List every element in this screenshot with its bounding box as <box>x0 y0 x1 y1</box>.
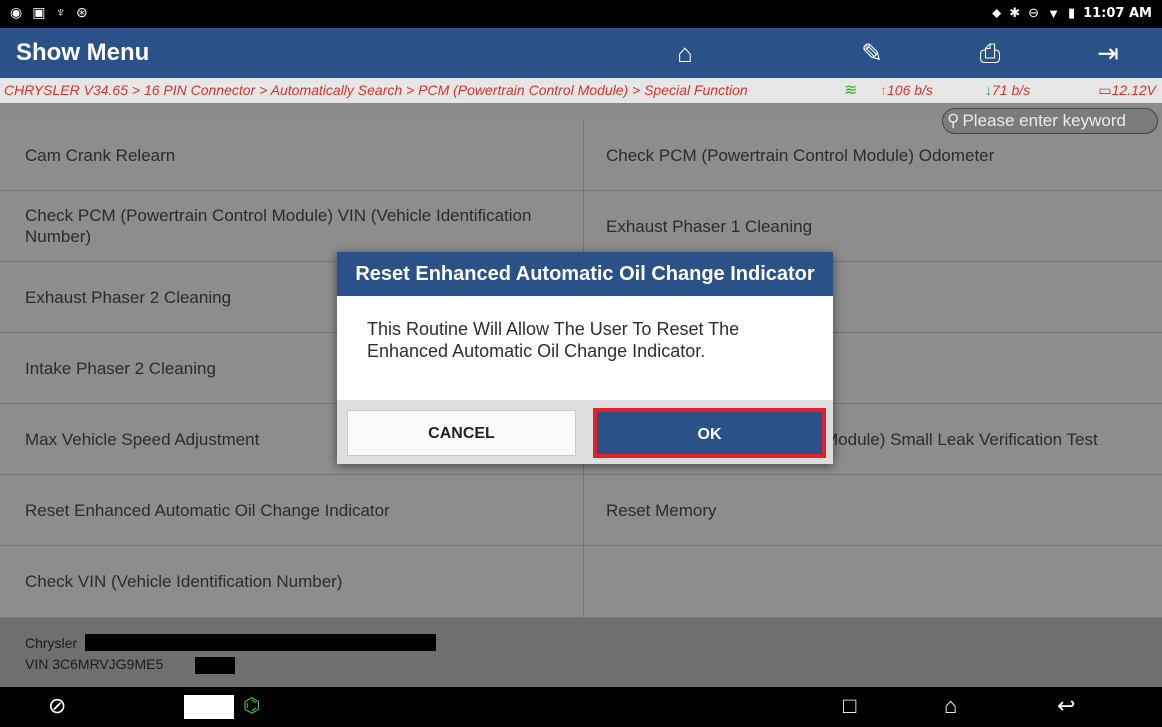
upload-arrow-icon: ↑ <box>880 82 887 98</box>
function-item[interactable]: Reset Enhanced Automatic Oil Change Indi… <box>0 475 584 546</box>
redaction-bar <box>195 657 235 674</box>
function-item[interactable]: Reset Memory <box>584 475 1162 546</box>
battery-voltage-icon: ▭ <box>1098 82 1112 98</box>
android-status-bar: ◉ ▣ ♆ ⊛ ⬥ ✱ ⊖ ▼ ▮ 11:07 AM <box>0 0 1162 28</box>
app-header: Show Menu ⌂ ✎ ⎙ ⇥ <box>0 28 1162 78</box>
wifi-icon: ▼ <box>1047 5 1060 21</box>
bluetooth-icon: ✱ <box>1009 5 1021 20</box>
recent-apps-icon[interactable]: □ <box>843 693 856 719</box>
dialog-footer: CANCEL OK <box>337 400 833 464</box>
download-rate: ↓71 b/s <box>985 82 1031 98</box>
redaction-bar <box>85 634 436 651</box>
browser-icon[interactable]: ⊘ <box>48 693 66 719</box>
search-icon: ⚲ <box>947 111 960 130</box>
clock: 11:07 AM <box>1083 5 1152 21</box>
download-arrow-icon: ↓ <box>985 82 992 98</box>
battery-voltage: ▭12.12V <box>1098 82 1156 98</box>
home-nav-icon[interactable]: ⌂ <box>944 693 957 719</box>
exit-button[interactable]: ⇥ <box>1058 28 1158 78</box>
chrome-icon: ◉ <box>10 4 23 20</box>
location-icon: ⬥ <box>992 5 1002 20</box>
battery-icon: ▮ <box>1067 5 1076 20</box>
signal-icon: ≋ <box>844 82 858 99</box>
cancel-button[interactable]: CANCEL <box>347 410 576 456</box>
function-item[interactable]: Check VIN (Vehicle Identification Number… <box>0 546 584 618</box>
vehicle-make: Chrysler <box>25 635 78 651</box>
home-button[interactable]: ⌂ <box>635 28 735 78</box>
vehicle-info-footer: Chrysler VIN 3C6MRVJG9ME5 <box>0 618 1162 687</box>
breadcrumb-path: CHRYSLER V34.65 > 16 PIN Connector > Aut… <box>4 82 748 98</box>
function-item[interactable]: Cam Crank Relearn <box>0 120 584 191</box>
print-icon: ⎙ <box>979 38 1001 68</box>
search-input[interactable] <box>962 111 1153 131</box>
dialog-title: Reset Enhanced Automatic Oil Change Indi… <box>337 252 833 296</box>
image-icon: ▣ <box>32 4 46 20</box>
search-box[interactable]: ⚲ <box>942 108 1158 134</box>
function-item[interactable] <box>584 546 1162 618</box>
edit-report-button[interactable]: ✎ <box>822 28 922 78</box>
back-icon[interactable]: ↩ <box>1057 693 1075 719</box>
dnd-icon: ⊖ <box>1028 5 1040 20</box>
usb-icon: ♆ <box>55 4 66 20</box>
breadcrumb: CHRYSLER V34.65 > 16 PIN Connector > Aut… <box>0 78 1162 103</box>
android-nav-bar: ⊘ ⌬ □ ⌂ ↩ <box>0 687 1162 727</box>
home-icon: ⌂ <box>677 38 693 68</box>
exit-icon: ⇥ <box>1097 38 1119 68</box>
print-button[interactable]: ⎙ <box>940 28 1040 78</box>
vci-icon[interactable]: ⌬ <box>243 693 260 718</box>
sync-icon: ⊛ <box>75 4 88 20</box>
confirm-dialog: Reset Enhanced Automatic Oil Change Indi… <box>337 252 833 464</box>
dialog-message: This Routine Will Allow The User To Rese… <box>367 319 740 361</box>
vehicle-vin: VIN 3C6MRVJG9ME5 <box>25 656 164 672</box>
app-thumbnail[interactable] <box>184 695 234 719</box>
edit-report-icon: ✎ <box>861 38 883 68</box>
upload-rate: ↑106 b/s <box>880 82 933 98</box>
page-title: Show Menu <box>16 39 150 66</box>
ok-button[interactable]: OK <box>593 408 826 458</box>
